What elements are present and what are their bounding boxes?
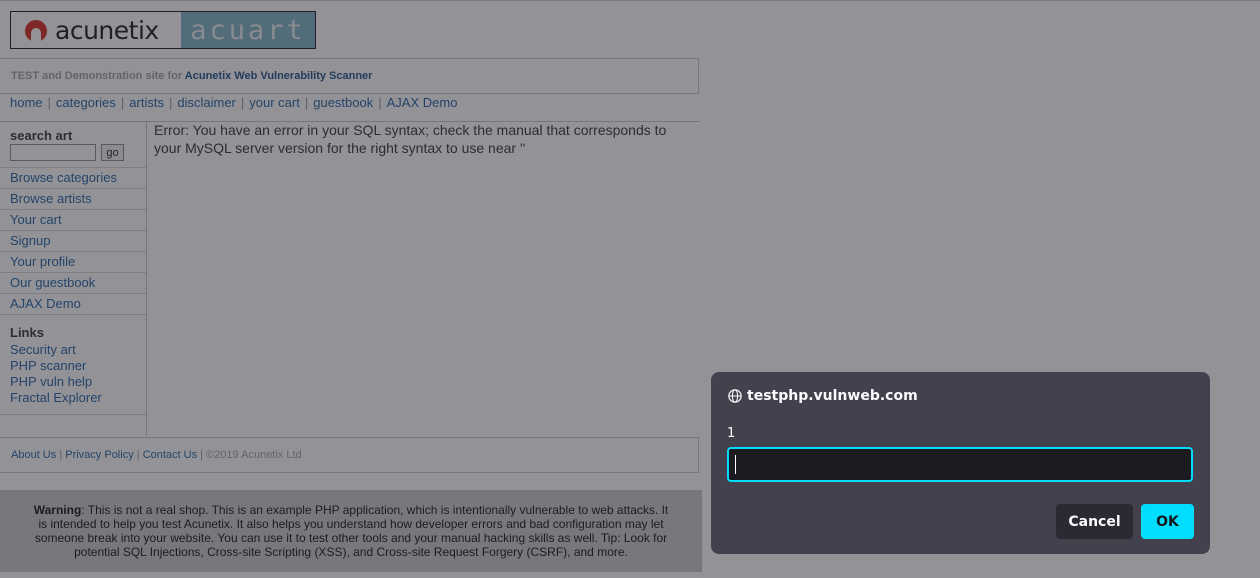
globe-icon xyxy=(728,389,742,403)
dialog-message: 1 xyxy=(727,426,736,441)
text-caret xyxy=(735,455,736,474)
dialog-origin: testphp.vulnweb.com xyxy=(747,388,918,404)
prompt-input[interactable] xyxy=(727,447,1193,482)
ok-button[interactable]: OK xyxy=(1141,504,1194,539)
dialog-header: testphp.vulnweb.com xyxy=(728,388,918,404)
cancel-button[interactable]: Cancel xyxy=(1056,504,1133,539)
prompt-dialog: testphp.vulnweb.com 1 Cancel OK xyxy=(711,372,1210,554)
